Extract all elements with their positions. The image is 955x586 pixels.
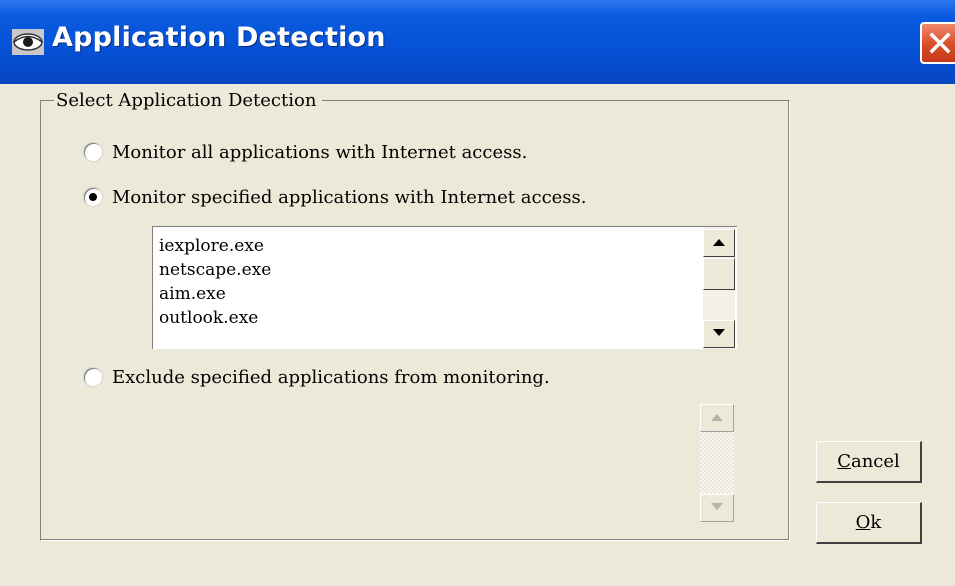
scrollbar-track-disabled	[700, 432, 734, 494]
radio-exclude-specified[interactable]	[84, 368, 102, 386]
monitored-apps-list[interactable]: iexplore.exe netscape.exe aim.exe outloo…	[152, 226, 737, 349]
list-item[interactable]: netscape.exe	[159, 258, 689, 282]
ok-label: k	[870, 512, 882, 533]
radio-monitor-all[interactable]	[84, 143, 102, 161]
ok-mnemonic: O	[855, 512, 871, 533]
window-title: Application Detection	[52, 22, 386, 53]
exclude-list-scrollbar	[700, 404, 734, 524]
list-scrollbar[interactable]	[701, 227, 737, 349]
radio-monitor-specified-label[interactable]: Monitor specified applications with Inte…	[112, 187, 587, 208]
arrow-down-icon	[713, 329, 725, 336]
ok-button[interactable]: Ok	[816, 502, 922, 544]
radio-monitor-all-label[interactable]: Monitor all applications with Internet a…	[112, 142, 527, 163]
cancel-button[interactable]: Cancel	[816, 441, 922, 483]
list-item[interactable]: outlook.exe	[159, 306, 689, 330]
close-icon	[929, 32, 951, 54]
arrow-down-icon	[711, 503, 723, 510]
scroll-up-button-disabled	[700, 404, 734, 432]
list-item[interactable]: iexplore.exe	[159, 234, 689, 258]
close-button[interactable]	[920, 22, 955, 64]
scroll-down-button-disabled	[700, 494, 734, 522]
arrow-up-icon	[711, 414, 723, 421]
group-legend: Select Application Detection	[54, 90, 323, 111]
radio-exclude-specified-label[interactable]: Exclude specified applications from moni…	[112, 367, 550, 388]
arrow-up-icon	[713, 239, 725, 246]
scrollbar-thumb[interactable]	[703, 258, 735, 290]
cancel-mnemonic: C	[837, 451, 851, 472]
radio-monitor-specified[interactable]	[84, 188, 102, 206]
cancel-label: ancel	[850, 451, 900, 472]
scroll-up-button[interactable]	[703, 229, 735, 257]
list-item[interactable]: aim.exe	[159, 282, 689, 306]
app-eye-icon	[12, 29, 44, 55]
title-bar[interactable]: Application Detection	[0, 0, 955, 84]
scroll-down-button[interactable]	[703, 320, 735, 348]
radio-selected-dot	[89, 193, 97, 201]
